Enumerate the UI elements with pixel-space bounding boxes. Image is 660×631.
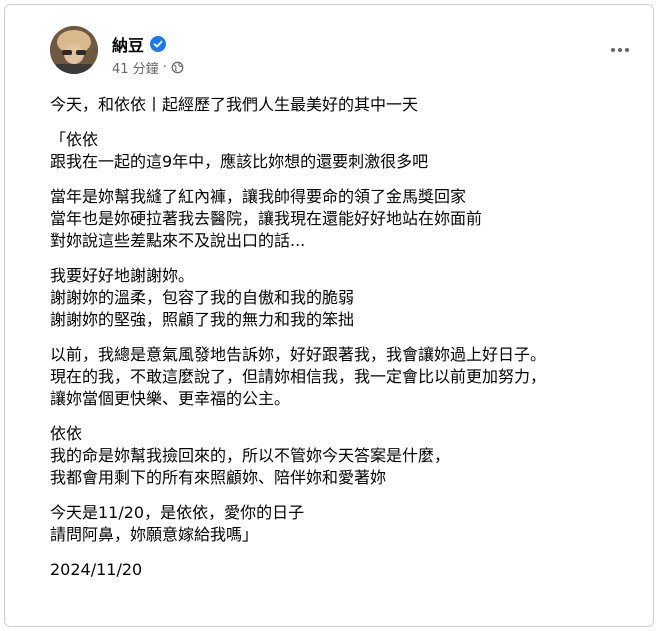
- text-line: 讓妳當個更快樂、更幸福的公主。: [50, 389, 291, 408]
- text-line: 謝謝妳的堅強，照顧了我的無力和我的笨拙: [50, 310, 355, 329]
- paragraph-6: 依依我的命是妳幫我撿回來的，所以不管妳今天答案是什麼， 我都會用剩下的所有來照顧妳…: [50, 423, 650, 489]
- more-options-icon[interactable]: [608, 42, 632, 58]
- paragraph-2: 「依依跟我在一起的這9年中，應該比妳想的還要刺激很多吧: [50, 129, 650, 173]
- text-line: 「依依: [50, 130, 99, 149]
- paragraph-1: 今天，和依依丨起經歷了我們人生最美好的其中一天: [50, 94, 650, 116]
- text-line: 現在的我，不敢這麼說了，但請妳相信我，我一定會比以前更加努力，: [50, 367, 547, 386]
- verified-badge-icon: [150, 36, 167, 52]
- text-line: 謝謝妳的溫柔，包容了我的自傲和我的脆弱: [50, 288, 355, 307]
- text-line: 我的命是妳幫我撿回來的，所以不管妳今天答案是什麼，: [50, 446, 451, 465]
- text-line: 對妳說這些差點來不及說出口的話...: [50, 231, 306, 250]
- paragraph-7: 今天是11/20，是依依，愛你的日子 請問阿鼻，妳願意嫁給我嗎」: [50, 502, 650, 546]
- text-line: 今天是11/20，是依依，愛你的日子: [50, 503, 305, 522]
- text-line: 我要好好地謝謝妳。: [50, 266, 195, 285]
- author-avatar[interactable]: [50, 26, 98, 74]
- paragraph-3: 當年是妳幫我縫了紅內褲，讓我帥得要命的領了金馬獎回家 當年也是妳硬拉著我去醫院，讓…: [50, 186, 650, 252]
- paragraph-5: 以前，我總是意氣風發地告訴妳，好好跟著我，我會讓妳過上好日子。 現在的我，不敢這麼…: [50, 344, 650, 410]
- text-line: 請問阿鼻，妳願意嫁給我嗎」: [50, 525, 259, 544]
- text-line: 當年是妳幫我縫了紅內褲，讓我帥得要命的領了金馬獎回家: [50, 187, 467, 206]
- avatar-image: [50, 26, 98, 74]
- text-line: 依依: [50, 424, 83, 443]
- post-timestamp[interactable]: 41 分鐘: [112, 58, 159, 77]
- paragraph-4: 我要好好地謝謝妳。謝謝妳的溫柔，包容了我的自傲和我的脆弱 謝謝妳的堅強，照顧了我的…: [50, 265, 650, 331]
- post-header: 納豆 41 分鐘 ·: [50, 24, 640, 84]
- text-line: 當年也是妳硬拉著我去醫院，讓我現在還能好好地站在妳面前: [50, 209, 483, 228]
- author-name[interactable]: 納豆: [112, 32, 144, 56]
- meta-separator: ·: [162, 60, 167, 75]
- text-line: 今天，和依依丨起經歷了我們人生最美好的其中一天: [50, 95, 419, 114]
- text-line: 我都會用剩下的所有來照顧妳、陪伴妳和愛著妳: [50, 468, 387, 487]
- text-line: 跟我在一起的這9年中，應該比妳想的還要刺激很多吧: [50, 152, 429, 171]
- post-date: 2024/11/20: [50, 560, 143, 579]
- text-line: 以前，我總是意氣風發地告訴妳，好好跟著我，我會讓妳過上好日子。: [50, 345, 547, 364]
- post-body: 今天，和依依丨起經歷了我們人生最美好的其中一天 「依依跟我在一起的這9年中，應該…: [50, 94, 650, 581]
- globe-icon: [171, 61, 184, 74]
